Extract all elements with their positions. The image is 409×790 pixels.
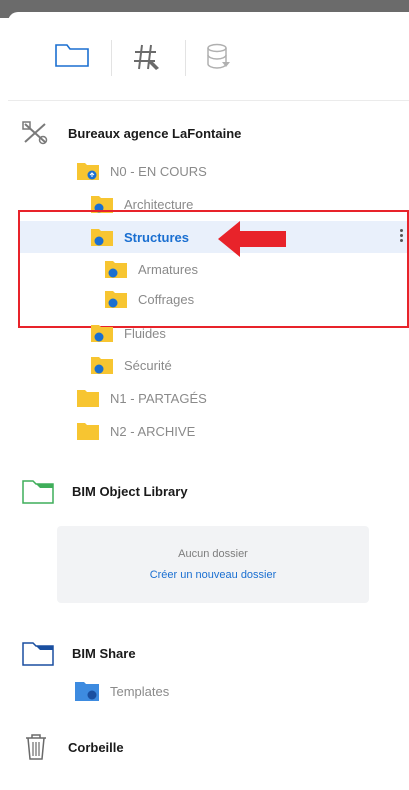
tree-label: Fluides — [124, 325, 166, 341]
project-title: Bureaux agence LaFontaine — [68, 125, 242, 141]
sidebar-panel: Bureaux agence LaFontaine N0 - EN COURS … — [8, 12, 409, 790]
folder-outline-green-icon — [22, 480, 54, 504]
tools-icon — [22, 121, 48, 145]
empty-folder-text: Aucun dossier — [178, 548, 248, 560]
tree-label: N1 - PARTAGÉS — [110, 390, 207, 406]
bim-share-row[interactable]: BIM Share — [22, 638, 136, 668]
create-folder-link[interactable]: Créer un nouveau dossier — [57, 569, 369, 581]
trash-title: Corbeille — [68, 739, 124, 755]
bim-object-library-title: BIM Object Library — [72, 483, 188, 499]
hashtag-icon — [134, 44, 159, 70]
folder-icon — [77, 423, 99, 440]
tab-tags[interactable] — [132, 42, 172, 76]
tab-folders[interactable] — [54, 42, 94, 76]
folder-outline-blue-icon — [22, 642, 54, 666]
empty-folder-box: Aucun dossier Créer un nouveau dossier — [57, 526, 369, 603]
tab-database[interactable] — [204, 42, 244, 76]
tree-label: N0 - EN COURS — [110, 163, 207, 179]
folder-blue-shared-icon — [75, 682, 99, 701]
folder-outline-icon — [55, 44, 89, 67]
red-highlight-box — [18, 210, 409, 328]
tree-item-n0[interactable]: N0 - EN COURS — [76, 156, 207, 186]
tree-item-n2[interactable]: N2 - ARCHIVE — [76, 416, 195, 446]
tabs-divider — [8, 100, 409, 101]
tree-item-templates[interactable]: Templates — [74, 676, 169, 706]
folder-shared-icon — [91, 325, 113, 342]
bim-object-library-row[interactable]: BIM Object Library — [22, 476, 188, 506]
trash-icon — [26, 734, 46, 760]
tree-item-n1[interactable]: N1 - PARTAGÉS — [76, 383, 207, 413]
tree-item-securite[interactable]: Sécurité — [90, 350, 172, 380]
tree-label: N2 - ARCHIVE — [110, 423, 196, 439]
database-icon — [207, 43, 230, 69]
trash-row[interactable]: Corbeille — [24, 732, 124, 762]
folder-shared-icon — [91, 357, 113, 374]
folder-icon — [77, 390, 99, 407]
tree-label: Sécurité — [124, 357, 172, 373]
tab-separator — [111, 40, 112, 76]
tab-separator — [185, 40, 186, 76]
tree-item-fluides[interactable]: Fluides — [90, 318, 166, 348]
tree-label: Templates — [110, 683, 170, 699]
sidebar-tabs — [8, 12, 409, 100]
project-row[interactable]: Bureaux agence LaFontaine — [22, 118, 241, 148]
folder-shared-icon — [77, 163, 99, 180]
bim-share-title: BIM Share — [72, 645, 136, 661]
